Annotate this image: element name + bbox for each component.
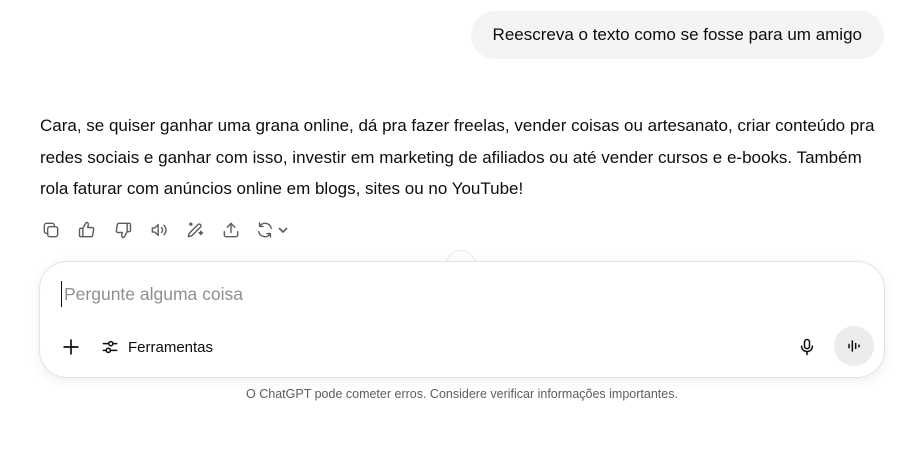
chevron-down-icon	[278, 227, 288, 233]
edit-canvas-icon	[187, 222, 204, 238]
user-message-text: Reescreva o texto como se fosse para um …	[492, 25, 862, 44]
voice-waveform-icon	[848, 340, 860, 352]
bad-response-button[interactable]	[111, 218, 135, 242]
tools-label: Ferramentas	[128, 338, 214, 356]
disclaimer-text: O ChatGPT pode cometer erros. Considere …	[246, 387, 678, 401]
microphone-icon	[800, 338, 814, 356]
thumbs-down-icon	[115, 222, 132, 239]
prompt-input[interactable]	[61, 281, 824, 307]
plus-icon	[63, 339, 79, 355]
assistant-message: Cara, se quiser ganhar uma grana online,…	[40, 110, 880, 205]
good-response-button[interactable]	[75, 218, 99, 242]
read-aloud-button[interactable]	[147, 218, 171, 242]
message-action-bar	[39, 218, 307, 242]
tools-sliders-icon	[102, 340, 118, 354]
share-icon	[223, 222, 239, 238]
edit-in-canvas-button[interactable]	[183, 218, 207, 242]
copy-icon	[43, 222, 59, 238]
thumbs-up-icon	[78, 221, 95, 238]
dictate-button[interactable]	[794, 334, 820, 360]
user-message-bubble: Reescreva o texto como se fosse para um …	[470, 11, 884, 59]
regenerate-icon	[258, 222, 272, 238]
voice-mode-button[interactable]	[834, 326, 874, 366]
share-button[interactable]	[219, 218, 243, 242]
read-aloud-icon	[151, 223, 167, 237]
regenerate-button[interactable]	[255, 218, 295, 242]
assistant-message-text: Cara, se quiser ganhar uma grana online,…	[40, 116, 875, 198]
copy-button[interactable]	[39, 218, 63, 242]
tools-button[interactable]: Ferramentas	[100, 334, 213, 360]
add-attachment-button[interactable]	[58, 334, 84, 360]
message-composer: Ferramentas	[39, 261, 885, 378]
